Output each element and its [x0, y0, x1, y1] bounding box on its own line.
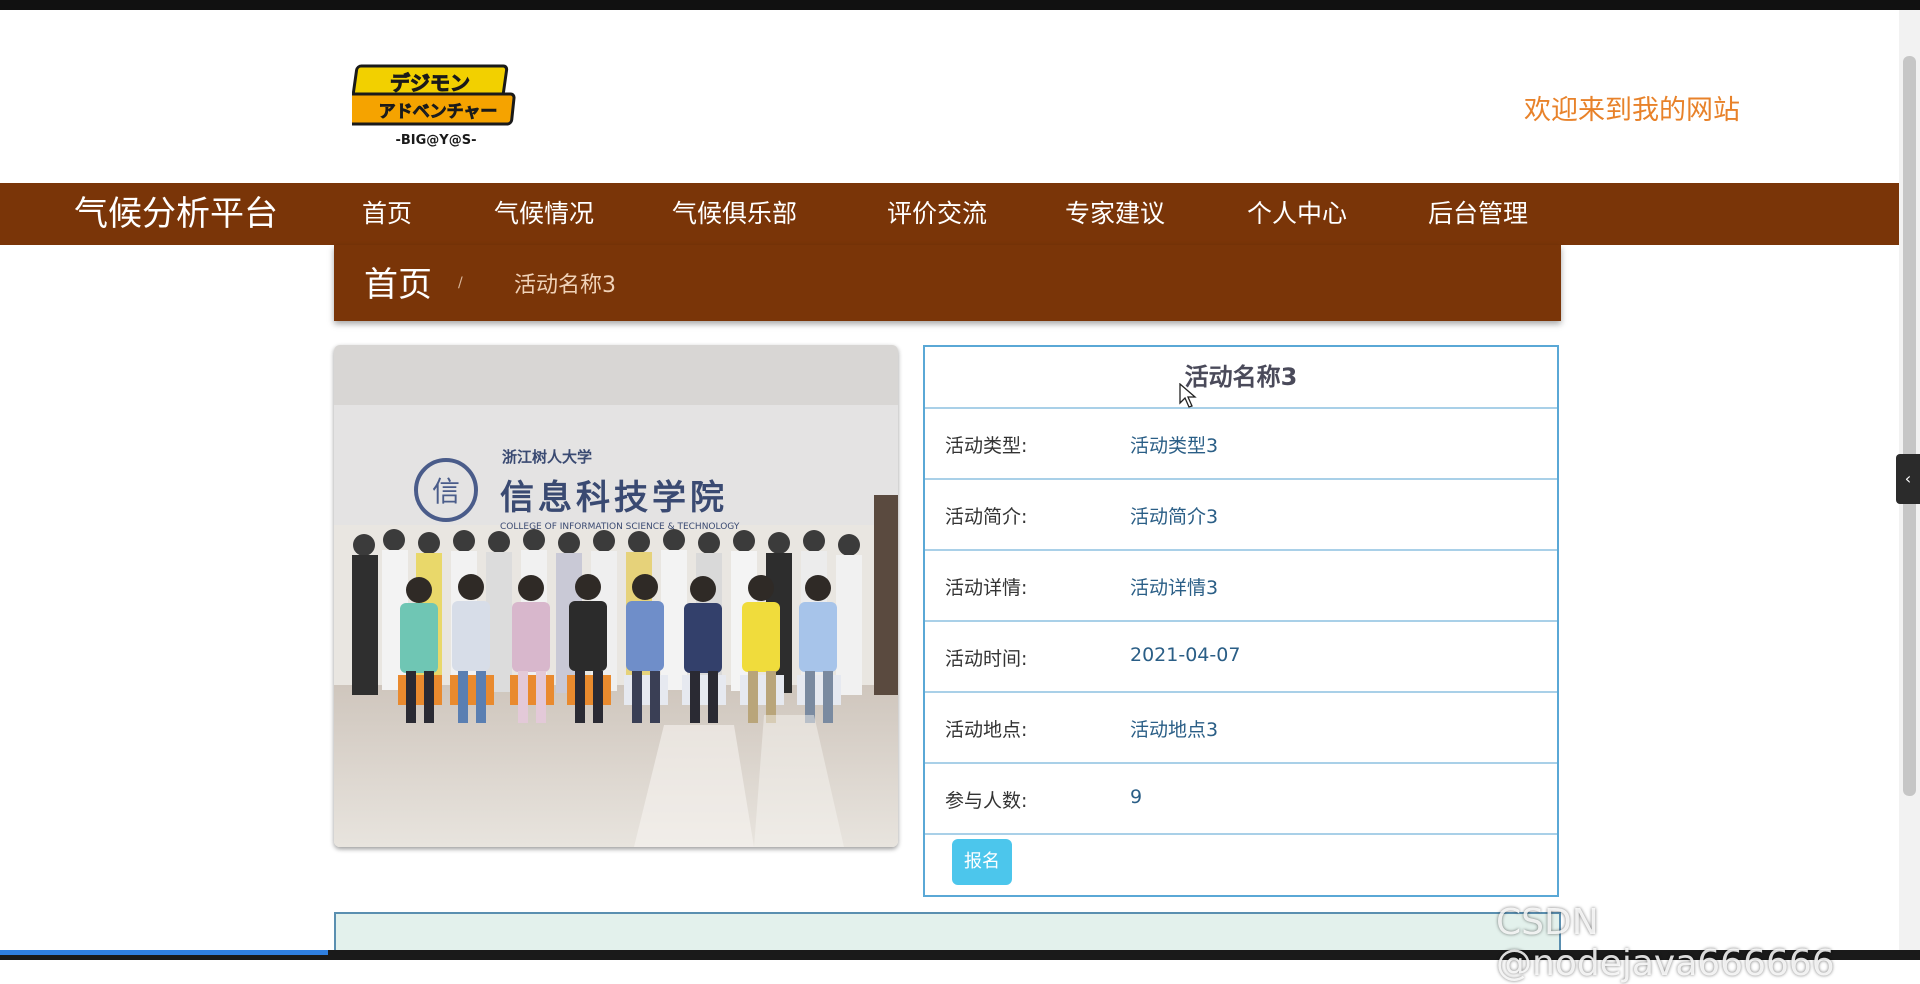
row-label: 活动简介:: [945, 506, 1028, 528]
main-navbar: 气候分析平台 首页 气候情况 气候俱乐部 评价交流 专家建议 个人中心 后台管理: [0, 183, 1899, 245]
detail-row-location: 活动地点: 活动地点3: [925, 693, 1557, 764]
breadcrumb-home[interactable]: 首页: [364, 257, 432, 306]
row-label: 参与人数:: [945, 790, 1028, 812]
row-value: 活动简介3: [1130, 506, 1219, 528]
detail-row-details: 活动详情: 活动详情3: [925, 551, 1557, 622]
row-value: 2021-04-07: [1130, 644, 1241, 666]
svg-text:信: 信: [432, 475, 460, 508]
nav-item-reviews[interactable]: 评价交流: [887, 197, 987, 231]
row-value: 活动类型3: [1130, 435, 1219, 457]
detail-row-participants: 参与人数: 9: [925, 764, 1557, 835]
row-label: 活动时间:: [945, 648, 1028, 670]
row-value: 活动地点3: [1130, 719, 1219, 741]
scrollbar-thumb[interactable]: [1903, 56, 1916, 796]
detail-row-type: 活动类型: 活动类型3: [925, 409, 1557, 480]
row-label: 活动地点:: [945, 719, 1028, 741]
row-value: 9: [1130, 786, 1143, 808]
row-label: 活动详情:: [945, 577, 1028, 599]
mouse-cursor-icon: [1179, 383, 1197, 408]
svg-text:浙江树人大学: 浙江树人大学: [502, 448, 592, 466]
nav-item-home[interactable]: 首页: [362, 197, 412, 231]
activity-detail-panel: 活动名称3 活动类型: 活动类型3 活动简介: 活动简介3 活动详情: 活动详情…: [923, 345, 1559, 897]
nav-item-climate[interactable]: 气候情况: [494, 197, 594, 231]
row-value: 活动详情3: [1130, 577, 1219, 599]
nav-item-club[interactable]: 气候俱乐部: [672, 197, 797, 231]
watermark-text: CSDN @nodejava666666: [1496, 902, 1835, 984]
nav-item-profile[interactable]: 个人中心: [1247, 197, 1347, 231]
side-collapse-tab[interactable]: ‹: [1896, 454, 1920, 504]
welcome-text: 欢迎来到我的网站: [1524, 95, 1740, 126]
site-logo[interactable]: デジモン アドベンチャー -BIG@Y@S-: [352, 60, 518, 152]
group-photo-image: 信 浙江树人大学 信息科技学院 COLLEGE OF INFORMATION S…: [334, 345, 898, 847]
loading-progress-bar: [0, 950, 328, 955]
row-label: 活动类型:: [945, 435, 1028, 457]
breadcrumb: 首页 / 活动名称3: [334, 245, 1561, 321]
brand-title[interactable]: 气候分析平台: [74, 193, 278, 235]
svg-text:デジモン: デジモン: [390, 71, 470, 95]
detail-row-summary: 活动简介: 活动简介3: [925, 480, 1557, 551]
nav-item-experts[interactable]: 专家建议: [1065, 197, 1165, 231]
detail-row-time: 活动时间: 2021-04-07: [925, 622, 1557, 693]
activity-photo: 信 浙江树人大学 信息科技学院 COLLEGE OF INFORMATION S…: [334, 345, 898, 847]
nav-item-admin[interactable]: 后台管理: [1428, 197, 1528, 231]
breadcrumb-current: 活动名称3: [514, 273, 616, 298]
site-header: デジモン アドベンチャー -BIG@Y@S- 欢迎来到我的网站: [0, 10, 1900, 183]
svg-text:信息科技学院: 信息科技学院: [500, 478, 728, 518]
chevron-left-icon: ‹: [1904, 469, 1912, 488]
browser-top-bar: [0, 0, 1920, 10]
signup-button[interactable]: 报名: [952, 839, 1012, 885]
activity-title: 活动名称3: [925, 347, 1557, 409]
svg-text:アドベンチャー: アドベンチャー: [379, 102, 498, 122]
breadcrumb-separator: /: [458, 275, 463, 291]
svg-text:-BIG@Y@S-: -BIG@Y@S-: [396, 133, 477, 148]
